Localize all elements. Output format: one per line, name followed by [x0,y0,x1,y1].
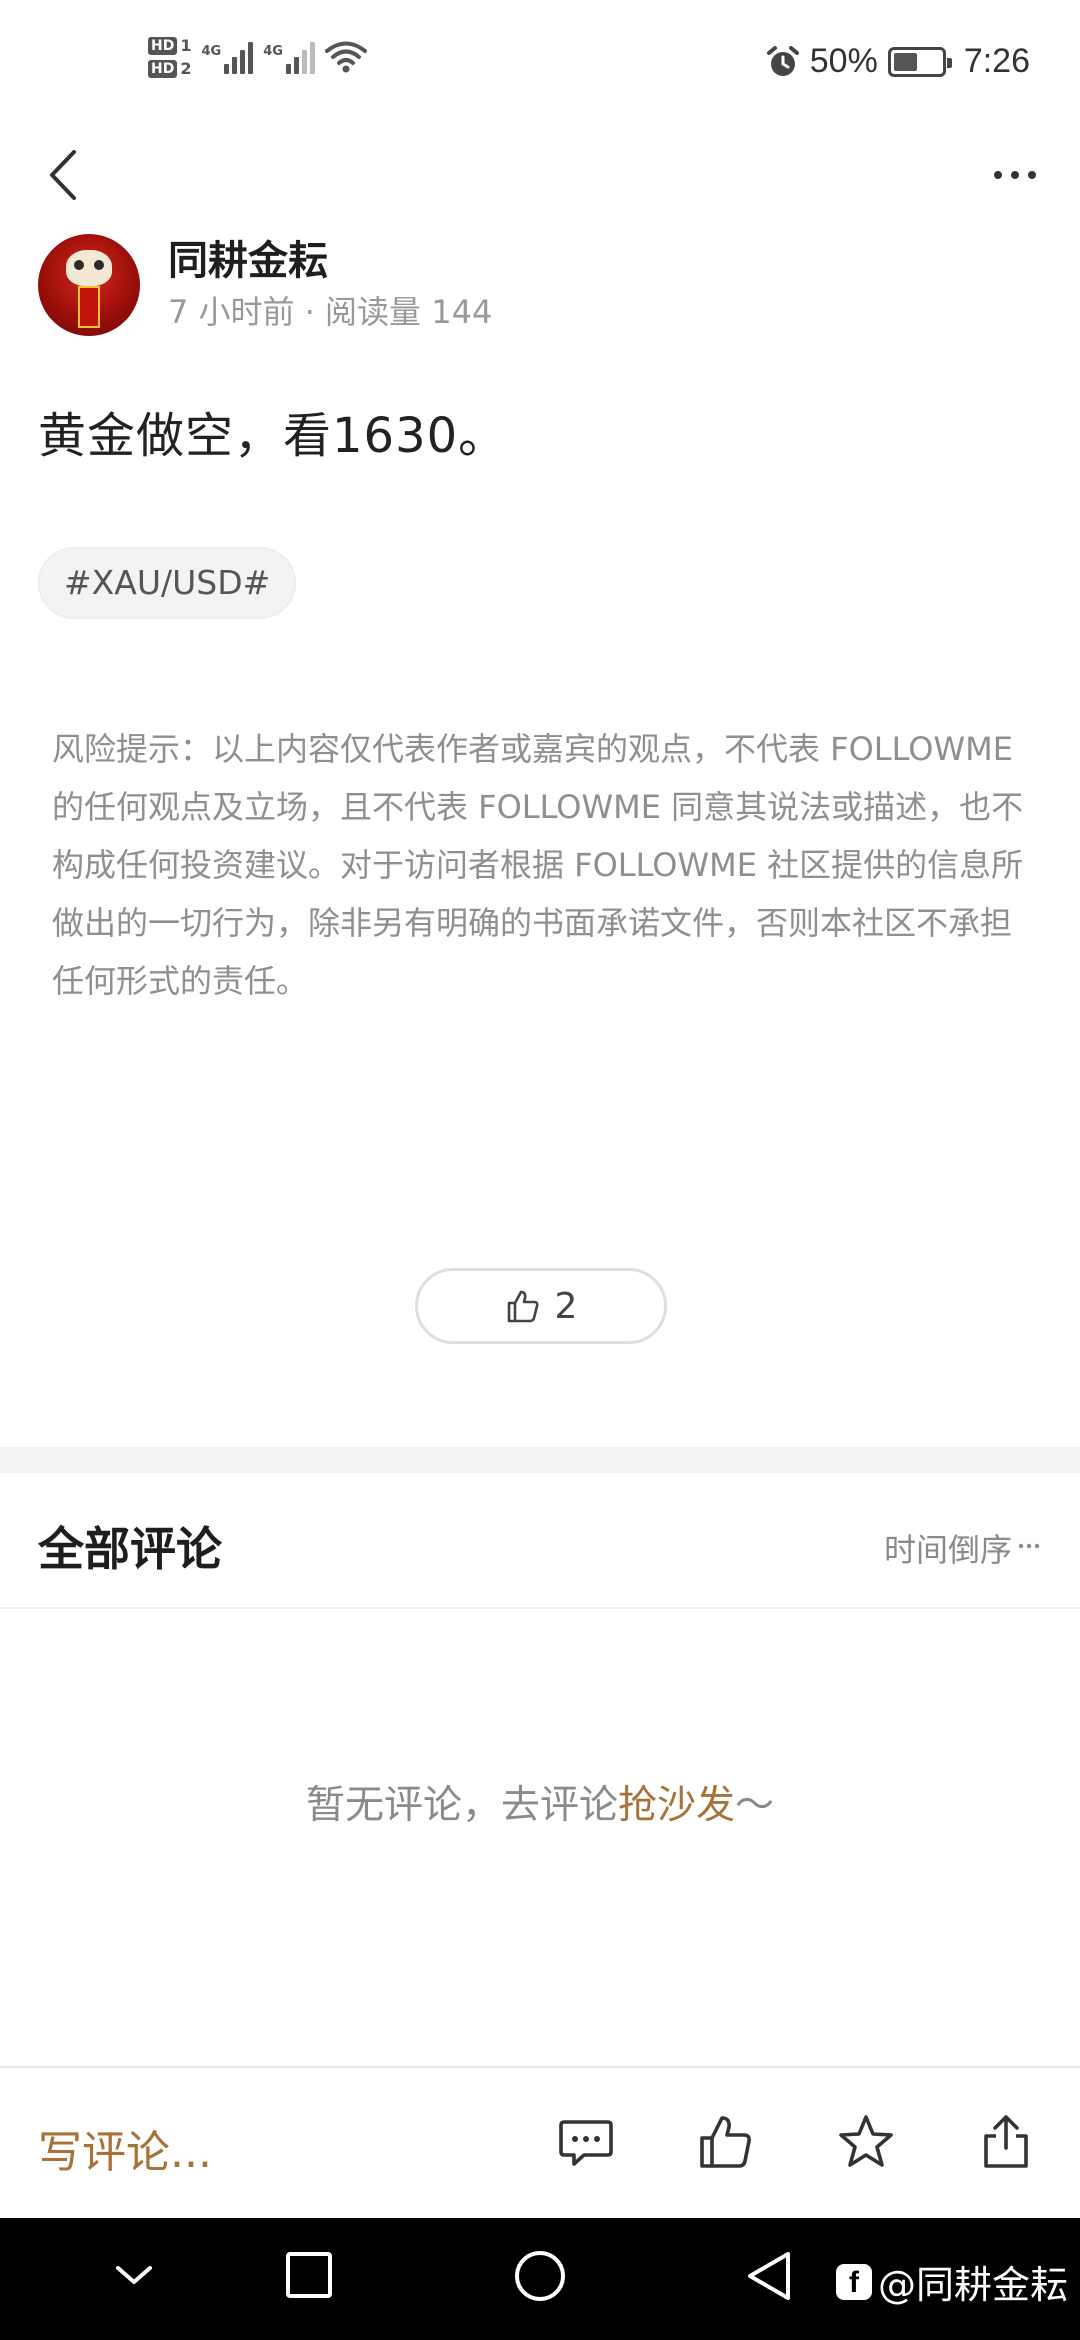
network-indicators: HD 1 HD 2 4G 4G [148,36,367,78]
avatar[interactable] [38,234,140,336]
back-triangle-icon[interactable] [744,2248,794,2304]
comment-button[interactable] [556,2112,616,2172]
post-meta: 7 小时前 · 阅读量 144 [168,293,493,331]
signal-1: 4G [201,40,254,74]
like-count: 2 [554,1285,578,1327]
clock: 7:26 [963,42,1030,80]
thumbs-up-icon [507,1290,539,1323]
alarm-icon [766,45,799,76]
hd-badge: HD [148,59,178,78]
empty-comments-message: 暂无评论，去评论抢沙发～ [0,1774,1080,1830]
more-dots-icon [1018,1543,1040,1549]
status-bar: HD 1 HD 2 4G 4G 50% 7:26 [0,0,1080,130]
sim1-indicator: HD 1 [148,36,191,55]
more-dots-icon[interactable] [980,150,1050,200]
share-button[interactable] [976,2112,1036,2172]
sim-number: 2 [180,59,192,78]
comments-header: 全部评论 时间倒序 [0,1473,1080,1609]
facebook-logo-icon: f [835,2263,872,2300]
sim-number: 1 [180,36,192,55]
empty-suffix: ～ [735,1783,775,1828]
system-navigation-bar: f @同耕金耘 [0,2218,1080,2340]
signal-bars-icon [224,40,254,74]
status-right: 50% 7:26 [766,42,1030,81]
like-button[interactable]: 2 [415,1268,667,1344]
topic-tag[interactable]: #XAU/USD# [38,547,297,619]
back-button[interactable] [40,140,90,210]
sim-indicators: HD 1 HD 2 [148,36,191,78]
top-navigation [0,130,1080,230]
chevron-left-icon [50,150,76,200]
thumbs-up-icon [700,2116,751,2168]
first-comment-link[interactable]: 抢沙发 [618,1783,735,1828]
wifi-icon [324,41,367,73]
author-name[interactable]: 同耕金耘 [168,235,492,287]
sort-label: 时间倒序 [883,1531,1012,1569]
sim2-indicator: HD 2 [148,59,191,78]
home-circle-icon[interactable] [512,2248,568,2304]
sort-order-button[interactable]: 时间倒序 [884,1525,1040,1571]
recents-square-icon[interactable] [284,2248,334,2302]
section-divider [0,1447,1080,1473]
hd-badge: HD [148,36,178,55]
favorite-button[interactable] [836,2112,896,2172]
battery-icon [887,46,952,77]
chevron-down-icon[interactable] [112,2260,156,2290]
comments-title: 全部评论 [38,1522,222,1576]
battery-fill [893,52,917,71]
watermark-text: @同耕金耘 [877,2263,1068,2307]
comment-icon [559,2120,613,2166]
network-type: 4G [201,44,222,59]
bottom-action-bar: 写评论... [0,2066,1080,2218]
watermark: f @同耕金耘 [835,2254,1068,2309]
signal-bars-icon [285,40,315,74]
lion-dance-face [66,250,112,286]
post-text: 黄金做空，看1630。 [38,408,508,464]
write-comment-input[interactable]: 写评论... [38,2116,212,2180]
author-header: 同耕金耘 7 小时前 · 阅读量 144 [38,234,492,336]
battery-percent: 50% [809,42,878,80]
share-icon [984,2115,1028,2168]
star-icon [839,2115,893,2167]
author-info: 同耕金耘 7 小时前 · 阅读量 144 [168,235,492,335]
risk-disclaimer: 风险提示：以上内容仅代表作者或嘉宾的观点，不代表 FOLLOWME 的任何观点及… [52,730,1024,1000]
empty-prefix: 暂无评论，去评论 [305,1783,618,1828]
avatar-banner [78,286,100,328]
signal-2: 4G [263,40,315,74]
network-type: 4G [263,44,283,59]
like-action-button[interactable] [696,2112,756,2172]
